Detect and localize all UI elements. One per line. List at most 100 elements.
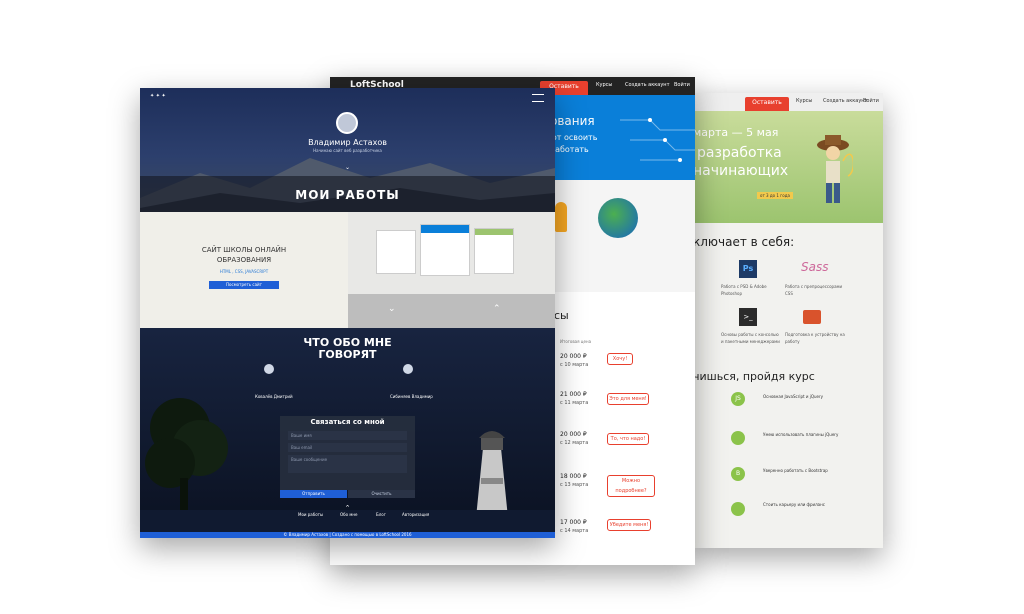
price-date: с 12 марта: [560, 440, 589, 446]
project-preview: [348, 212, 555, 294]
works-title: МОИ РАБОТЫ: [295, 188, 400, 202]
price-row: 20 000 ₽ с 12 марта То, что надо!: [560, 431, 660, 451]
menu-icon[interactable]: [532, 94, 544, 102]
career-icon: [731, 502, 745, 516]
avatar: [336, 112, 358, 134]
price-button[interactable]: То, что надо!: [607, 433, 649, 445]
reviewer-avatar-1: [264, 364, 274, 374]
briefcase-icon: [803, 310, 821, 324]
skill-1: Основная JavaScript и jQuery: [763, 394, 823, 399]
reviewer-avatar-2: [403, 364, 413, 374]
price-row: 17 000 ₽ с 14 марта Убедите меня!: [560, 519, 660, 539]
price: 17 000 ₽: [560, 519, 587, 526]
project-title-2: ОБРАЗОВАНИЯ: [216, 256, 272, 264]
reviews-title-2: ГОВОРЯТ: [318, 348, 377, 361]
name-field[interactable]: Ваше имя: [288, 431, 407, 440]
price: 21 000 ₽: [560, 391, 587, 398]
price-row: 20 000 ₽ с 10 марта Хочу!: [560, 353, 660, 373]
project-view-button[interactable]: Посмотреть сайт: [209, 281, 279, 289]
tool-label-console: Основы работы с консолью и пакетными мен…: [721, 332, 780, 344]
tree-silhouette: [145, 398, 228, 528]
plugin-icon: [731, 431, 745, 445]
js-icon: JS: [731, 392, 745, 406]
skill-3: Уверенно работать с Bootstrap: [763, 468, 828, 473]
terminal-icon: >_: [739, 308, 757, 326]
right-hero-badge: от 3 до 1 года: [757, 192, 793, 199]
middle-nav-login[interactable]: Войти: [674, 82, 690, 88]
price: 20 000 ₽: [560, 431, 587, 438]
right-hero-title-2: разработка: [697, 145, 782, 161]
sass-icon: Sass: [801, 260, 829, 274]
left-footer: Мои работы Обо мне Блог Авторизация: [140, 510, 555, 532]
left-copyright-bar: © Владимир Астахов | Создано с помощью в…: [140, 532, 555, 538]
cowboy-illustration: [813, 131, 855, 211]
project-tech: HTML , CSS, JAVASCRIPT: [219, 269, 269, 274]
middle-section-title: сы: [554, 309, 569, 322]
middle-col-header: Итоговая цена: [560, 339, 592, 344]
right-learn-title: чишься, пройдя курс: [693, 370, 815, 383]
skill-4: Стоить карьеру или фриланс: [763, 502, 825, 507]
thumb-next-button[interactable]: ⌃: [493, 304, 501, 314]
preview-screen-1: [376, 230, 416, 274]
right-page: Оставить заявку Курсы Создать аккаунт Во…: [693, 93, 883, 548]
reviews-section: ЧТО ОБО МНЕ ГОВОРЯТ Ковалёв Дмитрий Сиби…: [140, 328, 555, 528]
scroll-down-icon[interactable]: ⌄: [340, 164, 355, 171]
footer-link-works[interactable]: Мои работы: [298, 512, 323, 517]
tool-label-photoshop: Работа с PSD & Adobe Photoshop: [721, 284, 767, 296]
price-date: с 10 марта: [560, 362, 589, 368]
right-nav-login[interactable]: Войти: [863, 98, 879, 104]
middle-nav-courses[interactable]: Курсы: [596, 82, 612, 88]
right-hero-title-1: марта — 5 мая: [693, 126, 779, 139]
right-nav-courses[interactable]: Курсы: [796, 98, 812, 104]
clear-button[interactable]: Очистить: [348, 490, 415, 498]
skill-2: Умею использовать плагины jQuery: [763, 432, 839, 437]
right-hero-title-3: начинающих: [693, 163, 789, 179]
preview-screen-3: [474, 228, 514, 274]
project-title-1: САЙТ ШКОЛЫ ОНЛАЙН: [201, 246, 287, 254]
middle-nav-create[interactable]: Создать аккаунт: [625, 82, 670, 88]
footer-link-about[interactable]: Обо мне: [340, 512, 357, 517]
right-nav-create[interactable]: Создать аккаунт: [823, 98, 868, 104]
bootstrap-icon: B: [731, 467, 745, 481]
left-page: ✦ ✦ ✦ Владимир Астахов Начинаю сайт веб …: [140, 88, 555, 538]
thumb-prev-button[interactable]: ⌄: [388, 304, 396, 314]
footer-link-login[interactable]: Авторизация: [402, 512, 429, 517]
rocket-icon: [555, 202, 567, 232]
price-row: 18 000 ₽ с 13 марта Можно подробнее?: [560, 473, 660, 497]
price: 20 000 ₽: [560, 353, 587, 360]
contact-title: Связаться со мной: [310, 418, 385, 426]
photoshop-icon: Ps: [739, 260, 757, 278]
left-logo[interactable]: ✦ ✦ ✦: [150, 93, 166, 99]
email-field[interactable]: Ваш email: [288, 443, 407, 452]
earth-icon: [598, 198, 638, 238]
right-hero: марта — 5 мая разработка начинающих от 3…: [693, 111, 883, 223]
price-button[interactable]: Убедите меня!: [607, 519, 651, 531]
project-section: САЙТ ШКОЛЫ ОНЛАЙН ОБРАЗОВАНИЯ HTML , CSS…: [140, 212, 348, 328]
middle-hero-3: работать: [550, 145, 589, 154]
footer-link-blog[interactable]: Блог: [376, 512, 386, 517]
works-band: МОИ РАБОТЫ: [140, 176, 555, 212]
price-date: с 14 марта: [560, 528, 589, 534]
price-button[interactable]: Можно подробнее?: [607, 475, 655, 497]
middle-hero-1: ования: [550, 114, 595, 128]
price-row: 21 000 ₽ с 11 марта Это для меня!: [560, 391, 660, 411]
price-button[interactable]: Хочу!: [607, 353, 633, 365]
project-thumbs: ⌄ ⌃: [348, 294, 555, 328]
copyright: © Владимир Астахов | Создано с помощью в…: [283, 532, 412, 537]
tool-label-sass: Работа с препроцессорами CSS: [785, 284, 843, 296]
send-button[interactable]: Отправить: [280, 490, 347, 498]
reviewer-name-2: Сибиняев Владимир: [390, 394, 433, 399]
message-field[interactable]: Ваше сообщение: [288, 455, 407, 473]
price-date: с 13 марта: [560, 482, 589, 488]
middle-hero-2: ют освоить: [550, 133, 598, 142]
price: 18 000 ₽: [560, 473, 587, 480]
right-includes-title: ключает в себя:: [693, 235, 795, 249]
right-nav: Оставить заявку Курсы Создать аккаунт Во…: [693, 93, 883, 119]
reviewer-name-1: Ковалёв Дмитрий: [255, 394, 293, 399]
tool-label-job: Подготовка к устройству на работу: [785, 332, 845, 344]
circuit-lines: [620, 118, 695, 162]
price-date: с 11 марта: [560, 400, 589, 406]
price-button[interactable]: Это для меня!: [607, 393, 649, 405]
preview-screen-2: [420, 224, 470, 276]
contact-form: Связаться со мной Ваше имя Ваш email Ваш…: [280, 416, 415, 490]
